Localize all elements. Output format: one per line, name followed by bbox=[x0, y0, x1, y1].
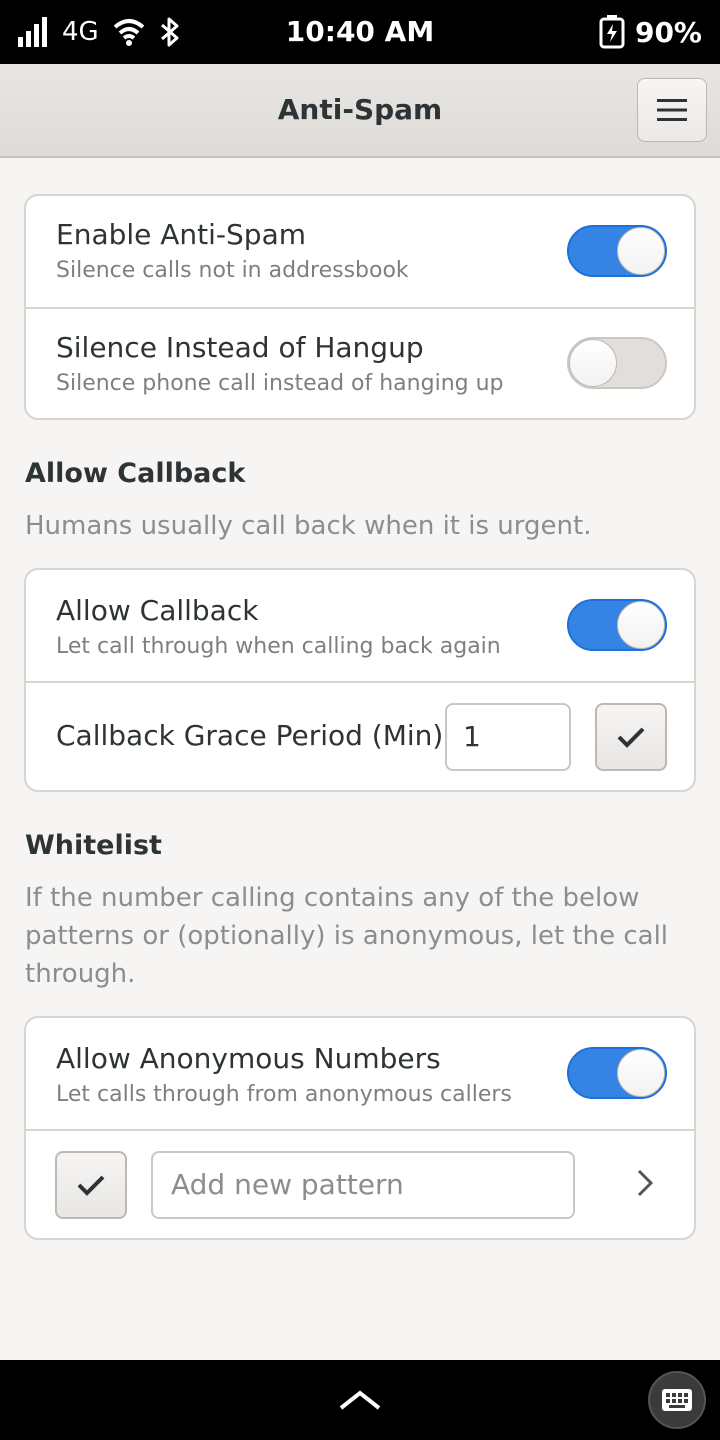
keyboard-button[interactable] bbox=[648, 1371, 706, 1429]
switch-knob bbox=[617, 227, 665, 275]
battery-charging-icon bbox=[599, 15, 625, 49]
silence-instead-switch[interactable] bbox=[567, 337, 667, 389]
signal-icon bbox=[18, 17, 47, 47]
status-left: 4G bbox=[18, 14, 181, 50]
allow-anonymous-switch[interactable] bbox=[567, 1047, 667, 1099]
chevron-up-icon bbox=[339, 1390, 381, 1410]
chevron-right-icon[interactable] bbox=[636, 1169, 654, 1197]
allow-callback-switch[interactable] bbox=[567, 599, 667, 651]
allow-callback-title: Allow Callback bbox=[56, 594, 259, 627]
expand-button[interactable] bbox=[330, 1380, 390, 1420]
wifi-icon bbox=[113, 19, 145, 46]
allow-anonymous-subtitle: Let calls through from anonymous callers bbox=[56, 1082, 512, 1107]
allow-callback-subtitle: Let call through when calling back again bbox=[56, 634, 501, 659]
grace-period-label: Callback Grace Period (Min) bbox=[56, 719, 444, 752]
switch-knob bbox=[617, 601, 665, 649]
battery-percent: 90% bbox=[634, 15, 702, 49]
silence-instead-subtitle: Silence phone call instead of hanging up bbox=[56, 371, 504, 396]
whitelist-section-description: If the number calling contains any of th… bbox=[25, 883, 669, 989]
status-bar: 4G 10:40 AM 90% bbox=[0, 0, 720, 64]
hamburger-menu-icon bbox=[657, 99, 687, 121]
enable-anti-spam-switch[interactable] bbox=[567, 225, 667, 277]
bottom-bar bbox=[0, 1360, 720, 1440]
switch-knob bbox=[569, 339, 617, 387]
callback-section-title: Allow Callback bbox=[25, 458, 246, 489]
silence-instead-title: Silence Instead of Hangup bbox=[56, 331, 424, 364]
callback-section-description: Humans usually call back when it is urge… bbox=[25, 511, 592, 541]
status-right: 90% bbox=[599, 14, 702, 50]
add-pattern-button[interactable] bbox=[55, 1151, 127, 1219]
keyboard-icon bbox=[662, 1389, 692, 1411]
network-type: 4G bbox=[62, 17, 99, 47]
add-pattern-input[interactable]: Add new pattern bbox=[151, 1151, 575, 1219]
grace-period-input[interactable]: 1 bbox=[445, 703, 571, 771]
anti-spam-card: Enable Anti-Spam Silence calls not in ad… bbox=[24, 194, 696, 420]
allow-anonymous-row[interactable]: Allow Anonymous Numbers Let calls throug… bbox=[26, 1018, 694, 1129]
allow-anonymous-title: Allow Anonymous Numbers bbox=[56, 1042, 441, 1075]
switch-knob bbox=[617, 1049, 665, 1097]
enable-anti-spam-title: Enable Anti-Spam bbox=[56, 218, 307, 251]
enable-anti-spam-row[interactable]: Enable Anti-Spam Silence calls not in ad… bbox=[26, 196, 694, 307]
page-title: Anti-Spam bbox=[277, 93, 443, 126]
grace-period-apply-button[interactable] bbox=[595, 703, 667, 771]
menu-button[interactable] bbox=[637, 78, 707, 142]
silence-instead-row[interactable]: Silence Instead of Hangup Silence phone … bbox=[26, 307, 694, 418]
add-pattern-row: Add new pattern bbox=[26, 1129, 694, 1238]
checkmark-icon bbox=[617, 727, 645, 748]
allow-callback-row[interactable]: Allow Callback Let call through when cal… bbox=[26, 570, 694, 681]
grace-period-row: Callback Grace Period (Min) 1 bbox=[26, 681, 694, 790]
whitelist-card: Allow Anonymous Numbers Let calls throug… bbox=[24, 1016, 696, 1240]
header-bar: Anti-Spam bbox=[0, 64, 720, 158]
checkmark-icon bbox=[77, 1175, 105, 1196]
callback-card: Allow Callback Let call through when cal… bbox=[24, 568, 696, 792]
bluetooth-icon bbox=[160, 17, 179, 47]
whitelist-section-title: Whitelist bbox=[25, 830, 162, 861]
enable-anti-spam-subtitle: Silence calls not in addressbook bbox=[56, 258, 409, 283]
